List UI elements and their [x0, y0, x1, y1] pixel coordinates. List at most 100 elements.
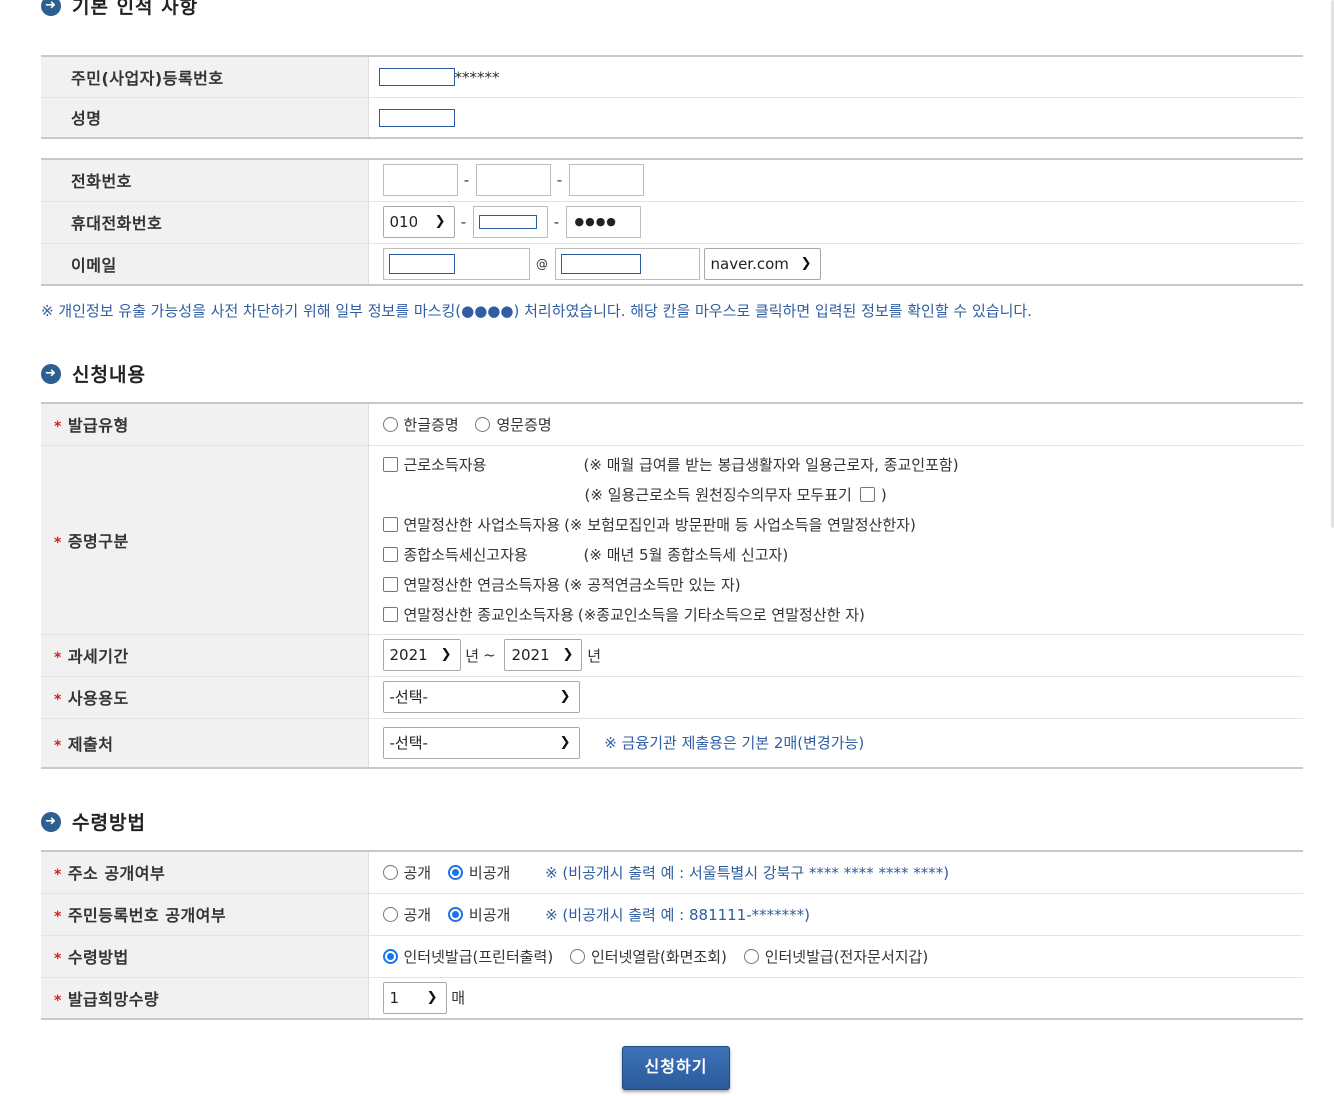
usage-label: 사용용도 [67, 689, 129, 708]
email-domain-field[interactable] [554, 247, 700, 280]
chevron-down-icon: ❯ [562, 647, 574, 662]
at-sign: @ [536, 256, 548, 271]
ssn-note: ※ (비공개시 출력 예 : 881111-*******) [545, 905, 811, 924]
chevron-down-icon: ❯ [800, 255, 812, 271]
dash: - [460, 213, 467, 231]
chevron-down-icon: ❯ [434, 214, 446, 229]
chevron-down-icon: ❯ [440, 647, 452, 662]
row-phone: 전화번호 - - [41, 159, 1303, 202]
cert-item-global-income: 종합소득세신고자용 (※ 매년 5월 종합소득세 신고자) [382, 540, 1304, 570]
row-name: 성명 [41, 97, 1303, 138]
cert-item-business-income: 연말정산한 사업소득자용 (※ 보험모집인과 방문판매 등 사업소득을 연말정산한… [382, 510, 1304, 540]
checkbox-religious-income[interactable] [382, 607, 398, 622]
address-note: ※ (비공개시 출력 예 : 서울특별시 강북구 **** **** **** … [545, 863, 950, 882]
required-mark: * [54, 951, 62, 967]
cert-item-earned-income: 근로소득자용 (※ 매월 급여를 받는 봉급생활자와 일용근로자, 종교인포함) [382, 450, 1304, 480]
row-email: 이메일 @ naver.com ❯ [41, 243, 1303, 285]
ssn-masked-field[interactable] [378, 68, 455, 86]
dash: - [553, 213, 560, 231]
quantity-label: 발급희망수량 [67, 989, 160, 1009]
mobile-prefix-select[interactable]: 010 ❯ [382, 206, 455, 238]
receive-table: * 주소 공개여부 공개 비공개 ※ (비공개시 출력 예 : 서울특별시 강북구… [41, 850, 1303, 1020]
cert-item-pension-income: 연말정산한 연금소득자용 (※ 공적연금소득만 있는 자) [382, 570, 1304, 600]
phone-label: 전화번호 [41, 159, 369, 202]
name-label: 성명 [41, 97, 369, 138]
radio-address-open[interactable] [382, 864, 398, 880]
checkbox-earned-income[interactable] [382, 457, 398, 472]
ssn-suffix: ****** [454, 68, 500, 86]
submit-to-note: ※ 금융기관 제출용은 기본 2매(변경가능) [604, 734, 865, 753]
radio-ssn-closed[interactable] [447, 906, 463, 922]
required-mark: * [54, 992, 62, 1009]
required-mark: * [54, 692, 62, 708]
cert-item-daily-worker: (※ 일용근로소득 원천징수의무자 모두표기) [584, 485, 887, 505]
apply-submit-button[interactable]: 신청하기 [622, 1046, 730, 1090]
checkbox-global-income[interactable] [382, 547, 398, 562]
ssn-disclosure-label: 주민등록번호 공개여부 [67, 906, 227, 925]
radio-internet-print[interactable] [382, 948, 398, 964]
chevron-down-icon: ❯ [559, 689, 571, 704]
usage-select[interactable]: -선택- ❯ [382, 681, 580, 713]
mobile-middle-field[interactable] [472, 206, 548, 238]
checkbox-daily-worker-all[interactable] [859, 487, 875, 502]
cert-item-religious-income: 연말정산한 종교인소득자용 (※종교인소득을 기타소득으로 연말정산한 자) [382, 600, 1304, 630]
email-label: 이메일 [41, 243, 369, 285]
mobile-last-field[interactable]: ●●●● [565, 206, 641, 238]
row-quantity: * 발급희망수량 1 ❯ 매 [41, 977, 1303, 1019]
checkbox-business-income[interactable] [382, 517, 398, 532]
radio-internet-view[interactable] [570, 948, 585, 964]
arrow-circle-icon: ➜ [41, 0, 61, 16]
required-mark: * [54, 534, 62, 551]
issue-type-label: 발급유형 [67, 416, 129, 436]
chevron-down-icon: ❯ [559, 734, 571, 750]
radio-english-cert[interactable] [475, 416, 491, 432]
basic-info-table: 주민(사업자)등록번호 ****** 성명 [41, 55, 1303, 139]
mobile-label: 휴대전화번호 [41, 201, 369, 244]
cert-type-label: 증명구분 [67, 531, 129, 551]
name-masked-field[interactable] [378, 108, 455, 127]
radio-internet-wallet[interactable] [743, 948, 759, 964]
contact-table: 전화번호 -- 휴대전화번호 010 ❯ - - ●●●● 이메일 @ naver.com… [41, 158, 1303, 286]
tilde: ~ [483, 646, 496, 664]
row-mobile: 휴대전화번호 010 ❯ - - ●●●● [41, 201, 1303, 244]
row-issue-type: * 발급유형 한글증명 영문증명 [41, 403, 1303, 446]
ssn-label: 주민(사업자)등록번호 [41, 56, 369, 98]
row-submit-to: * 제출처 -선택- ❯ ※ 금융기관 제출용은 기본 2매(변경가능) [41, 718, 1303, 768]
row-tax-period: * 과세기간 2021 ❯ 년 ~ 2021 ❯ 년 [41, 634, 1303, 677]
apply-table: * 발급유형 한글증명 영문증명 * 증명구분 근로소득자용 (※ 매월 급여를 받는… [41, 402, 1303, 769]
checkbox-pension-income[interactable] [382, 577, 398, 592]
row-ssn: 주민(사업자)등록번호 ****** [41, 56, 1303, 98]
email-id-field[interactable] [382, 247, 530, 280]
arrow-circle-icon: ➜ [41, 811, 61, 832]
required-mark: * [54, 867, 62, 884]
phone-field-3[interactable] [568, 164, 644, 197]
required-mark: * [54, 909, 62, 925]
submit-to-label: 제출처 [67, 734, 114, 754]
submit-to-select[interactable]: -선택- ❯ [382, 726, 580, 759]
row-ssn-disclosure: * 주민등록번호 공개여부 공개 비공개 ※ (비공개시 출력 예 : 88111… [41, 893, 1303, 936]
privacy-note: ※ 개인정보 유출 가능성을 사전 차단하기 위해 일부 정보를 마스킹(●●●… [41, 302, 1032, 320]
radio-address-closed[interactable] [447, 864, 463, 880]
year-from-select[interactable]: 2021 ❯ [382, 639, 461, 671]
required-mark: * [54, 737, 62, 754]
row-address-disclosure: * 주소 공개여부 공개 비공개 ※ (비공개시 출력 예 : 서울특별시 강북구… [41, 851, 1303, 894]
arrow-circle-icon: ➜ [41, 363, 61, 384]
receive-method-label: 수령방법 [67, 948, 129, 967]
dash: - [463, 171, 470, 190]
row-receive-method: * 수령방법 인터넷발급(프린터출력) 인터넷열람(화면조회) 인터넷발급(전자문… [41, 935, 1303, 978]
chevron-down-icon: ❯ [426, 989, 438, 1005]
phone-field-1[interactable] [382, 164, 458, 197]
phone-field-2[interactable] [475, 164, 551, 197]
address-disclosure-label: 주소 공개여부 [67, 864, 166, 884]
dash: - [556, 171, 563, 190]
quantity-select[interactable]: 1 ❯ [382, 981, 447, 1014]
required-mark: * [54, 650, 62, 666]
tax-period-label: 과세기간 [67, 647, 129, 666]
year-to-select[interactable]: 2021 ❯ [504, 639, 583, 671]
section-title-basic: ➜ 기본 인적 사항 [41, 0, 198, 19]
radio-korean-cert[interactable] [382, 416, 398, 432]
required-mark: * [54, 419, 62, 436]
section-title-apply: ➜ 신청내용 [41, 360, 146, 387]
email-domain-select[interactable]: naver.com ❯ [703, 247, 821, 280]
radio-ssn-open[interactable] [382, 906, 398, 922]
